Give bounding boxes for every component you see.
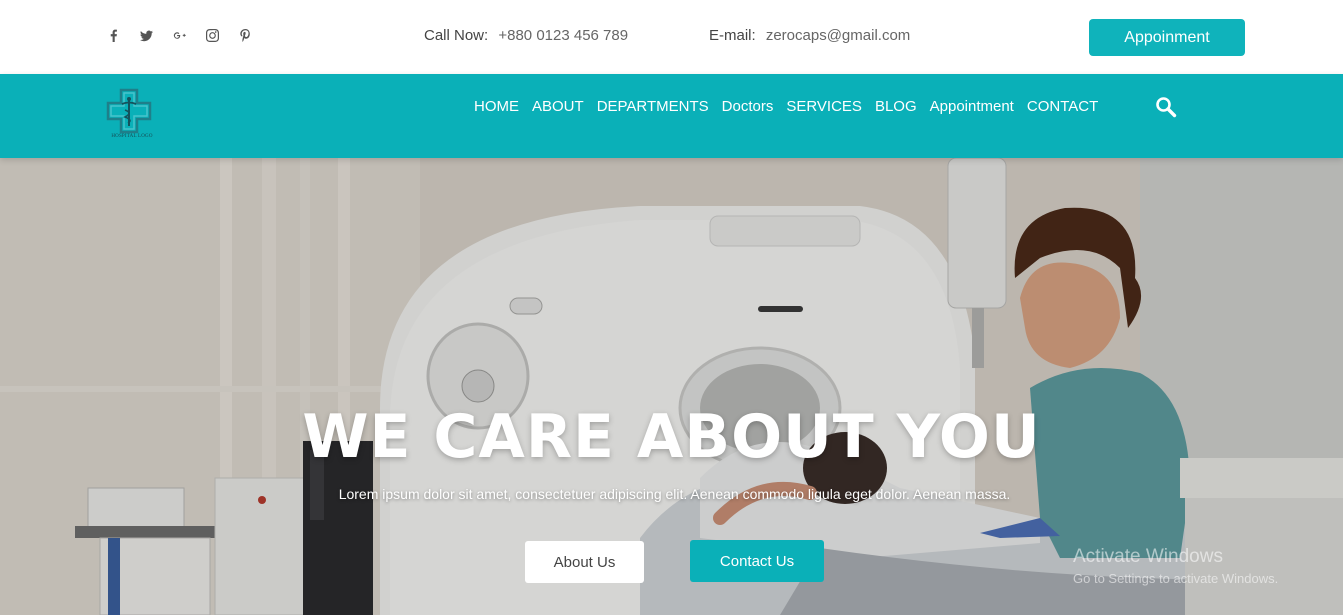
hero-subtitle: Lorem ipsum dolor sit amet, consectetuer… <box>338 486 1011 502</box>
nav-doctors[interactable]: Doctors <box>722 97 774 117</box>
email-address[interactable]: zerocaps@gmail.com <box>766 27 910 44</box>
hero-title: WE CARE ABOUT YOU <box>302 402 1041 472</box>
nav-services[interactable]: SERVICES <box>786 97 862 117</box>
main-menu: HOME ABOUT DEPARTMENTS Doctors SERVICES … <box>474 97 1098 117</box>
logo-text: HOSPITAL LOGO <box>111 134 153 139</box>
about-us-button[interactable]: About Us <box>525 541 644 583</box>
email-contact: E-mail: zerocaps@gmail.com <box>709 27 910 44</box>
search-icon[interactable] <box>1155 96 1177 118</box>
nav-departments[interactable]: DEPARTMENTS <box>597 97 709 117</box>
email-label: E-mail: <box>709 27 756 44</box>
watermark-subtitle: Go to Settings to activate Windows. <box>1073 571 1279 586</box>
medical-cross-icon <box>106 88 152 134</box>
pinterest-icon[interactable] <box>236 26 255 45</box>
phone-number[interactable]: +880 0123 456 789 <box>498 27 628 44</box>
nav-blog[interactable]: BLOG <box>875 97 917 117</box>
hero-section: WE CARE ABOUT YOU Lorem ipsum dolor sit … <box>0 158 1343 615</box>
call-label: Call Now: <box>424 27 489 44</box>
call-now: Call Now: +880 0123 456 789 <box>424 27 628 44</box>
appointment-button[interactable]: Appoinment <box>1089 19 1245 56</box>
facebook-icon[interactable] <box>104 26 123 45</box>
instagram-icon[interactable] <box>203 26 222 45</box>
nav-about[interactable]: ABOUT <box>532 97 584 117</box>
nav-appointment[interactable]: Appointment <box>930 97 1014 117</box>
nav-home[interactable]: HOME <box>474 97 519 117</box>
top-bar: Call Now: +880 0123 456 789 E-mail: zero… <box>0 0 1343 74</box>
nav-contact[interactable]: CONTACT <box>1027 97 1098 117</box>
activate-windows-watermark: Activate Windows Go to Settings to activ… <box>1073 546 1278 586</box>
hospital-logo[interactable]: HOSPITAL LOGO <box>104 88 158 144</box>
watermark-title: Activate Windows <box>1073 546 1223 567</box>
contact-us-button[interactable]: Contact Us <box>690 540 824 582</box>
google-plus-icon[interactable] <box>170 26 189 45</box>
main-navbar: HOSPITAL LOGO HOME ABOUT DEPARTMENTS Doc… <box>0 74 1343 158</box>
twitter-icon[interactable] <box>137 26 156 45</box>
social-links <box>104 26 255 45</box>
